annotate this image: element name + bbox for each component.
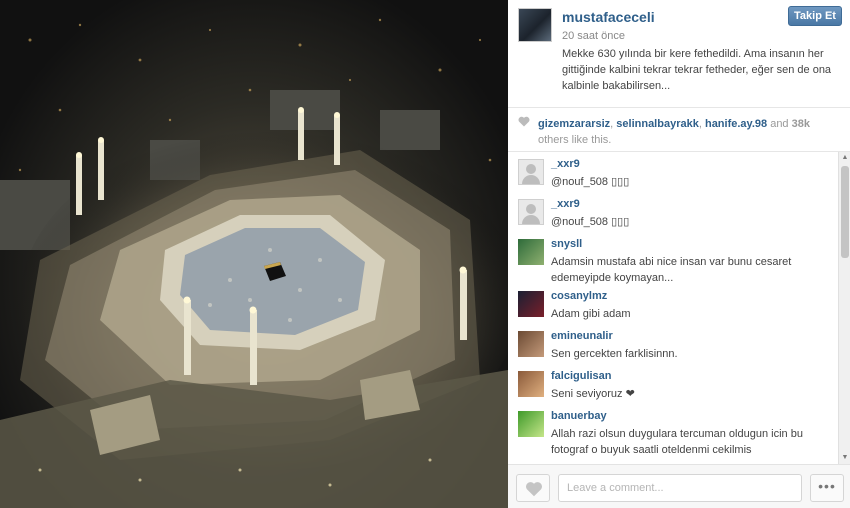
comment-text: Allah razi olsun duygulara tercuman oldu… — [551, 428, 803, 456]
commenter-username[interactable]: _xxr9 — [551, 198, 580, 210]
likes-summary: gizemzararsiz, selinnalbayrakk, hanife.a… — [538, 118, 810, 146]
commenter-avatar[interactable] — [518, 291, 544, 317]
scroll-down-arrow-icon[interactable]: ▼ — [839, 452, 850, 464]
comments-scrollbar[interactable]: ▲ ▼ — [838, 152, 850, 464]
follow-button[interactable]: Takip Et — [788, 6, 842, 26]
comment-item: cosanylmz Adam gibi adam — [508, 284, 850, 324]
commenter-username[interactable]: cosanylmz — [551, 290, 607, 302]
post-side-panel: mustafaceceli 20 saat önce Takip Et Mekk… — [508, 0, 850, 508]
commenter-avatar[interactable] — [518, 199, 544, 225]
comment-text: Sen gercekten farklisinnn. — [551, 348, 678, 360]
post-caption: Mekke 630 yılında bir kere fethedildi. A… — [562, 48, 832, 92]
comment-text: Seni seviyoruz ❤ — [551, 388, 635, 400]
liker-link[interactable]: gizemzararsiz — [538, 118, 610, 130]
commenter-username[interactable]: banuerbay — [551, 410, 607, 422]
scroll-thumb[interactable] — [841, 166, 849, 258]
comment-text: @nouf_508 ▯▯▯ — [551, 216, 630, 228]
comment-text: Adamsin mustafa abi nice insan var bunu … — [551, 256, 792, 284]
comment-item: _xxr9 @nouf_508 ▯▯▯ — [508, 152, 850, 192]
comment-item: snysll Adamsin mustafa abi nice insan va… — [508, 232, 850, 284]
author-username[interactable]: mustafaceceli — [562, 9, 655, 25]
commenter-username[interactable]: emineunalir — [551, 330, 613, 342]
comment-text: Adam gibi adam — [551, 308, 631, 320]
commenter-username[interactable]: snysll — [551, 238, 582, 250]
liker-link[interactable]: selinnalbayrakk — [616, 118, 699, 130]
comment-item: _xxr9 @nouf_508 ▯▯▯ — [508, 192, 850, 232]
commenter-username[interactable]: falcigulisan — [551, 370, 612, 382]
comments-list: _xxr9 @nouf_508 ▯▯▯ _xxr9 @nouf_508 ▯▯▯ … — [508, 152, 850, 464]
comment-input[interactable] — [558, 474, 802, 502]
commenter-avatar[interactable] — [518, 239, 544, 265]
like-button[interactable] — [516, 474, 550, 502]
comment-text: @nouf_508 ▯▯▯ — [551, 176, 630, 188]
likes-section: gizemzararsiz, selinnalbayrakk, hanife.a… — [508, 108, 850, 152]
comment-item: emineunalir Sen gercekten farklisinnn. — [508, 324, 850, 364]
comment-item: falcigulisan Seni seviyoruz ❤ — [508, 364, 850, 404]
liker-link[interactable]: hanife.ay.98 — [705, 118, 767, 130]
post-photo[interactable] — [0, 0, 508, 508]
heart-icon — [526, 482, 542, 497]
commenter-avatar[interactable] — [518, 411, 544, 437]
commenter-avatar[interactable] — [518, 159, 544, 185]
comment-footer: ••• — [508, 464, 850, 508]
post-timestamp: 20 saat önce — [562, 30, 625, 42]
more-options-button[interactable]: ••• — [810, 474, 844, 502]
kaaba-aerial-image — [0, 18, 508, 508]
heart-icon — [518, 116, 530, 127]
commenter-avatar[interactable] — [518, 331, 544, 357]
commenter-username[interactable]: _xxr9 — [551, 158, 580, 170]
likes-count[interactable]: 38k — [792, 118, 810, 130]
scroll-up-arrow-icon[interactable]: ▲ — [839, 152, 850, 164]
more-icon: ••• — [818, 478, 836, 494]
commenter-avatar[interactable] — [518, 371, 544, 397]
author-avatar[interactable] — [518, 8, 552, 42]
post-header: mustafaceceli 20 saat önce Takip Et Mekk… — [508, 0, 850, 108]
comment-item: banuerbay Allah razi olsun duygulara ter… — [508, 404, 850, 456]
